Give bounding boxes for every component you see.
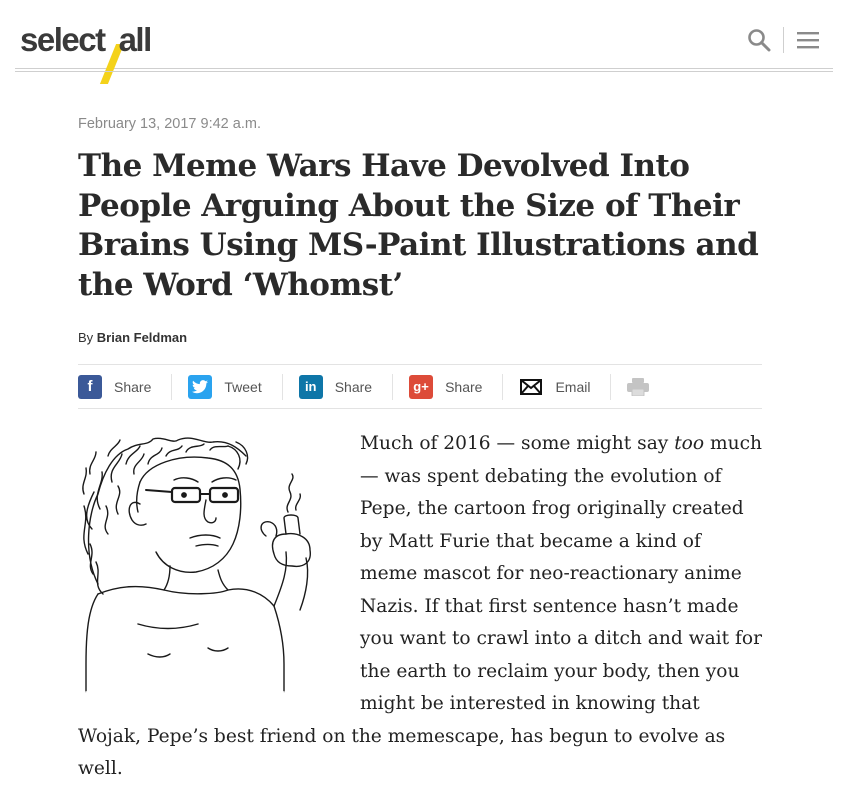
share-label: Share <box>334 378 373 395</box>
byline-prefix: By <box>78 330 94 345</box>
share-linkedin-button[interactable]: in Share <box>298 373 394 400</box>
image-float-spacer <box>78 428 360 698</box>
site-logo[interactable]: select all <box>20 18 153 62</box>
share-googleplus-button[interactable]: g+ Share <box>409 373 504 400</box>
google-plus-icon: g+ <box>409 374 434 399</box>
body-emphasis: too <box>674 433 705 454</box>
article-headline: The Meme Wars Have Devolved Into People … <box>78 148 759 303</box>
article-date: February 13, 2017 9:42 a.m. <box>78 116 261 132</box>
logo-text-left: select <box>20 21 106 58</box>
email-label: Email <box>555 378 591 395</box>
linkedin-icon: in <box>298 374 323 399</box>
article-body-paragraph: Much of 2016 — some might say too much —… <box>78 428 762 786</box>
body-intro: Much of 2016 — some might say <box>360 433 675 454</box>
share-label: Share <box>114 378 152 395</box>
tweet-label: Tweet <box>224 378 262 395</box>
byline: By Brian Feldman <box>78 330 187 345</box>
share-facebook-button[interactable]: f Share <box>78 373 173 400</box>
share-bar: f Share Tweet in Share g+ Share Email <box>78 364 762 409</box>
site-header: select all <box>15 0 833 72</box>
twitter-icon <box>188 374 213 399</box>
logo-text-right: all <box>118 21 153 58</box>
author-link[interactable]: Brian Feldman <box>97 330 187 345</box>
facebook-icon: f <box>78 374 102 399</box>
search-icon[interactable] <box>747 28 771 52</box>
email-icon <box>519 374 544 399</box>
header-divider <box>783 27 784 53</box>
share-twitter-button[interactable]: Tweet <box>188 373 283 400</box>
print-icon <box>627 377 650 396</box>
share-label: Share <box>445 378 483 395</box>
hamburger-menu-icon[interactable] <box>796 30 820 50</box>
share-email-button[interactable]: Email <box>519 373 612 400</box>
print-button[interactable] <box>627 375 651 399</box>
